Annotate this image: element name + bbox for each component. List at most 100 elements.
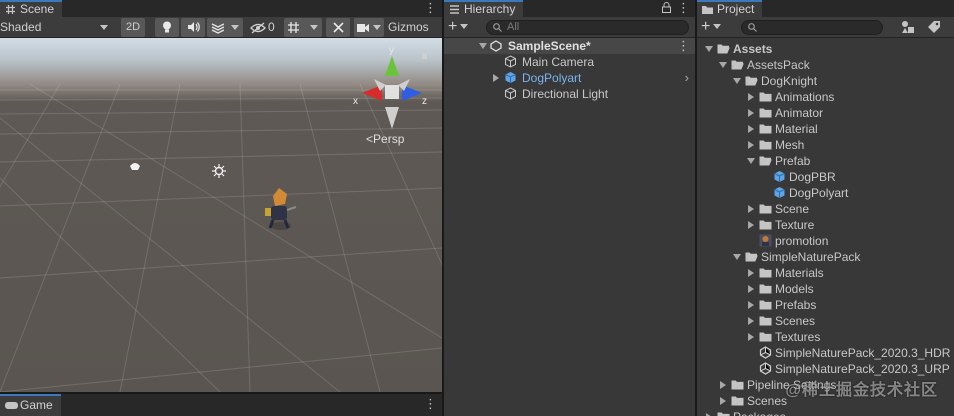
project-tree-item[interactable]: SimpleNaturePack_2020.3_URP <box>697 361 954 377</box>
expand-arrow-icon[interactable] <box>479 43 487 49</box>
expand-arrow-icon[interactable] <box>747 158 755 164</box>
project-tree-item[interactable]: Textures <box>697 329 954 345</box>
scene-row-menu-icon[interactable]: ⋮ <box>677 39 690 52</box>
filter-by-label-icon[interactable] <box>927 20 941 34</box>
camera-gizmo-icon[interactable] <box>130 163 140 170</box>
project-tree-item[interactable]: Animations <box>697 89 954 105</box>
tab-scene[interactable]: Scene <box>0 0 63 17</box>
game-more-menu-icon[interactable]: ⋮ <box>424 397 437 410</box>
gizmos-dropdown[interactable]: Gizmos <box>388 18 442 37</box>
expand-arrow-icon[interactable] <box>748 301 754 309</box>
tab-hierarchy-label: Hierarchy <box>464 2 516 16</box>
orientation-gizmo[interactable]: y x z <box>352 41 432 131</box>
project-tree-item[interactable]: DogPolyart <box>697 185 954 201</box>
project-tree-item[interactable]: Prefab <box>697 153 954 169</box>
project-tree-item[interactable]: promotion <box>697 233 954 249</box>
scene-tabbar: Scene ⋮ <box>0 0 442 17</box>
lighting-toggle-button[interactable] <box>155 18 179 37</box>
hierarchy-search-placeholder: All <box>507 21 520 33</box>
project-tree-item-label: Assets <box>733 42 773 56</box>
expand-arrow-icon[interactable] <box>748 93 754 101</box>
expand-arrow-icon[interactable] <box>720 381 726 389</box>
expand-arrow-icon[interactable] <box>748 109 754 117</box>
project-tree-item[interactable]: SimpleNaturePack_2020.3_HDR <box>697 345 954 361</box>
camera-dropdown[interactable] <box>354 18 384 37</box>
project-create-dropdown[interactable]: + <box>701 19 722 35</box>
chevron-right-icon[interactable]: › <box>685 70 689 86</box>
project-tree-item[interactable]: Packages <box>697 409 954 416</box>
gizmo-center-cube[interactable] <box>385 85 399 99</box>
project-search-input[interactable] <box>741 20 883 35</box>
projection-toggle[interactable]: <Persp <box>366 132 404 146</box>
tab-hierarchy[interactable]: Hierarchy <box>444 0 524 17</box>
expand-arrow-icon[interactable] <box>733 254 741 260</box>
project-tree-item[interactable]: Animator <box>697 105 954 121</box>
hidden-objects-toggle[interactable]: 0 <box>249 18 281 37</box>
expand-arrow-icon[interactable] <box>748 205 754 213</box>
expand-arrow-icon[interactable] <box>733 78 741 84</box>
hierarchy-item[interactable]: Main Camera <box>444 54 695 70</box>
expand-arrow-icon[interactable] <box>493 74 499 82</box>
folder-icon <box>759 108 772 118</box>
toggle-2d-button[interactable]: 2D <box>121 18 145 37</box>
audio-toggle-button[interactable] <box>181 18 205 37</box>
lock-icon[interactable] <box>662 2 671 13</box>
project-tree-item[interactable]: AssetsPack <box>697 57 954 73</box>
chevron-down-icon <box>310 25 318 30</box>
project-tree-item[interactable]: Scenes <box>697 313 954 329</box>
filter-by-type-icon[interactable] <box>901 20 915 34</box>
project-tree-item[interactable]: Scene <box>697 201 954 217</box>
project-tree-item[interactable]: SimpleNaturePack <box>697 249 954 265</box>
expand-arrow-icon[interactable] <box>748 141 754 149</box>
project-tree-item-label: Prefab <box>775 154 811 168</box>
create-dropdown[interactable]: + <box>448 19 469 35</box>
gizmo-y-axis[interactable] <box>385 56 399 76</box>
expand-arrow-icon[interactable] <box>748 317 754 325</box>
project-tree-item[interactable]: Materials <box>697 265 954 281</box>
expand-arrow-icon[interactable] <box>748 333 754 341</box>
project-tree-item[interactable]: DogKnight <box>697 73 954 89</box>
expand-arrow-icon[interactable] <box>748 269 754 277</box>
tab-game[interactable]: Game <box>0 394 61 416</box>
hierarchy-item-label: DogPolyart <box>522 71 582 85</box>
folder-icon <box>759 332 772 342</box>
hierarchy-search-input[interactable]: All <box>486 20 689 35</box>
grid-snap-dropdown[interactable] <box>284 18 322 37</box>
project-tree-item-label: Packages <box>733 409 786 416</box>
tools-button[interactable] <box>326 18 350 37</box>
hierarchy-item[interactable]: DogPolyart › <box>444 70 695 86</box>
expand-arrow-icon[interactable] <box>748 221 754 229</box>
expand-arrow-icon[interactable] <box>719 62 727 68</box>
expand-arrow-icon[interactable] <box>705 46 713 52</box>
gizmo-lock-icon[interactable] <box>422 53 427 59</box>
project-tree-item[interactable]: Models <box>697 281 954 297</box>
expand-arrow-icon[interactable] <box>748 285 754 293</box>
project-tree-item-label: Prefabs <box>775 298 817 312</box>
project-tree-item-label: Materials <box>775 266 824 280</box>
tab-project[interactable]: Project <box>697 0 763 17</box>
scene-root-row[interactable]: SampleScene* ⋮ <box>444 38 695 54</box>
project-tree-item[interactable]: Mesh <box>697 137 954 153</box>
hierarchy-item-label: Directional Light <box>522 87 609 101</box>
expand-arrow-icon[interactable] <box>720 397 726 405</box>
projection-label: Persp <box>373 132 405 146</box>
project-tree-item[interactable]: DogPBR <box>697 169 954 185</box>
search-icon <box>748 23 757 32</box>
scene-viewport[interactable]: y x z <Persp <box>0 38 442 392</box>
project-tree-item[interactable]: Texture <box>697 217 954 233</box>
list-icon <box>450 5 459 14</box>
hierarchy-more-menu-icon[interactable]: ⋮ <box>677 1 690 14</box>
gizmo-neg-y-axis[interactable] <box>385 107 399 129</box>
scene-more-menu-icon[interactable]: ⋮ <box>424 1 437 14</box>
shading-mode-dropdown[interactable]: Shaded <box>0 18 112 37</box>
project-tree-item[interactable]: Material <box>697 121 954 137</box>
project-tree-item[interactable]: Prefabs <box>697 297 954 313</box>
hierarchy-item[interactable]: Directional Light <box>444 86 695 102</box>
directional-light-gizmo-icon[interactable] <box>212 164 226 178</box>
hidden-count: 0 <box>268 20 275 34</box>
chevron-down-icon <box>100 25 108 30</box>
expand-arrow-icon[interactable] <box>748 125 754 133</box>
project-tree-item[interactable]: Assets <box>697 41 954 57</box>
hierarchy-window: Hierarchy ⋮ + All SampleScene* ⋮ Main Ca… <box>444 0 695 416</box>
effects-dropdown[interactable] <box>207 18 243 37</box>
